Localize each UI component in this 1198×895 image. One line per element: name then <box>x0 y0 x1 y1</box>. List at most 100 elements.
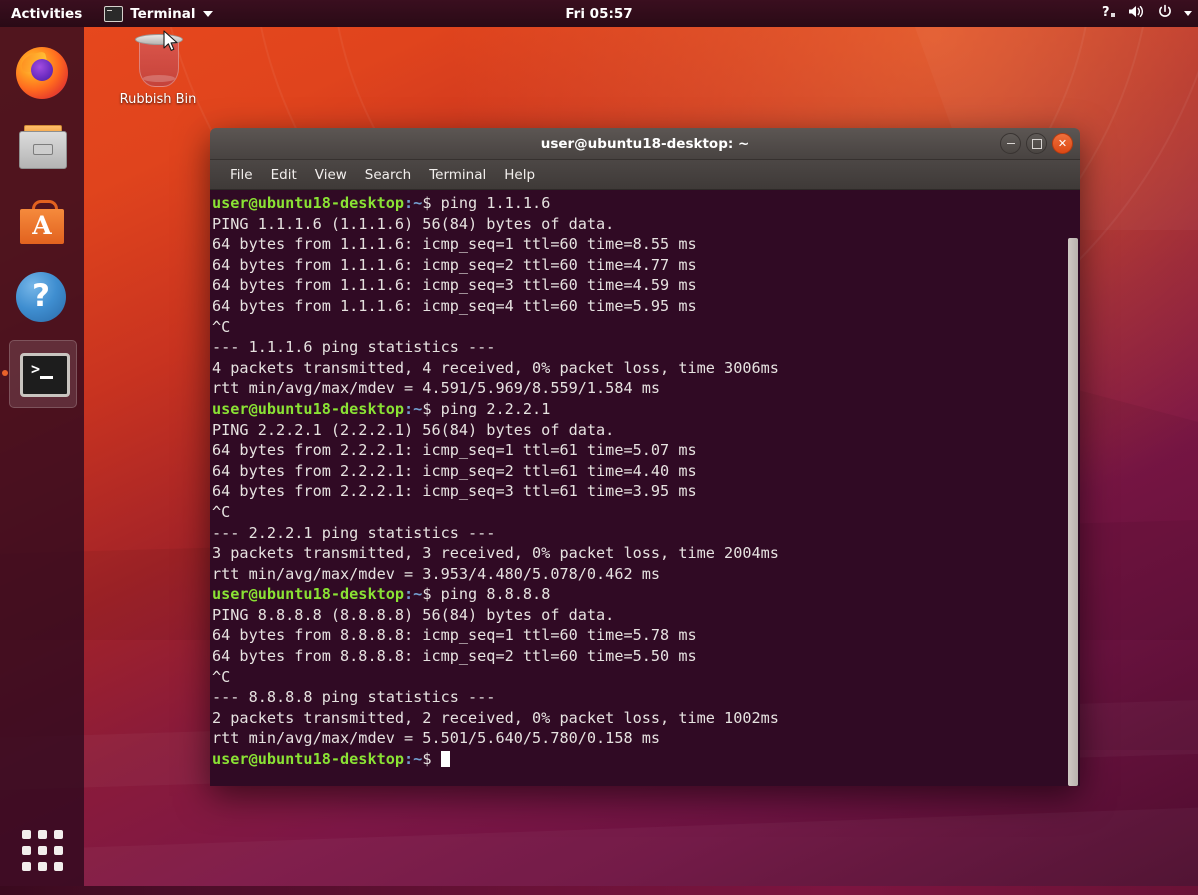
terminal-output-line: ^C <box>212 502 1080 523</box>
system-indicators[interactable]: ? <box>1102 0 1192 27</box>
rubbish-bin-icon <box>135 34 181 88</box>
terminal-prompt-line: user@ubuntu18-desktop:~$ <box>212 749 1080 770</box>
terminal-output: user@ubuntu18-desktop:~$ ping 1.1.1.6PIN… <box>210 190 1080 770</box>
maximize-button[interactable] <box>1026 133 1047 154</box>
minimize-button[interactable] <box>1000 133 1021 154</box>
terminal-line-text: --- 1.1.1.6 ping statistics --- <box>212 338 495 356</box>
show-applications-button[interactable] <box>0 815 84 885</box>
terminal-line-text: --- 2.2.2.1 ping statistics --- <box>212 524 495 542</box>
terminal-line-text: 3 packets transmitted, 3 received, 0% pa… <box>212 544 779 562</box>
terminal-titlebar[interactable]: user@ubuntu18-desktop: ~ ✕ <box>210 128 1080 160</box>
terminal-output-line: 64 bytes from 2.2.2.1: icmp_seq=3 ttl=61… <box>212 481 1080 502</box>
terminal-line-text: 64 bytes from 2.2.2.1: icmp_seq=1 ttl=61… <box>212 441 697 459</box>
accessibility-icon[interactable]: ? <box>1102 4 1117 23</box>
prompt-path: :~ <box>404 400 422 418</box>
close-button[interactable]: ✕ <box>1052 133 1073 154</box>
menu-item-search[interactable]: Search <box>357 164 419 186</box>
apps-grid-icon <box>22 830 63 871</box>
volume-icon[interactable] <box>1128 4 1146 23</box>
app-menu-terminal[interactable]: Terminal <box>93 0 223 27</box>
running-indicator-dot <box>2 370 8 376</box>
terminal-line-text: 2 packets transmitted, 2 received, 0% pa… <box>212 709 779 727</box>
prompt-user-host: user@ubuntu18-desktop <box>212 585 404 603</box>
help-icon: ? <box>16 272 68 324</box>
prompt-user-host: user@ubuntu18-desktop <box>212 400 404 418</box>
terminal-line-text: 64 bytes from 8.8.8.8: icmp_seq=2 ttl=60… <box>212 647 697 665</box>
terminal-prompt-line: user@ubuntu18-desktop:~$ ping 1.1.1.6 <box>212 193 1080 214</box>
activities-button[interactable]: Activities <box>0 0 93 27</box>
desktop-icon-rubbish-bin[interactable]: Rubbish Bin <box>116 34 200 107</box>
ubuntu-software-icon: A <box>16 197 68 249</box>
terminal-output-line: 4 packets transmitted, 4 received, 0% pa… <box>212 358 1080 379</box>
terminal-output-line: 64 bytes from 2.2.2.1: icmp_seq=2 ttl=61… <box>212 461 1080 482</box>
dock-item-terminal[interactable]: > <box>0 335 84 410</box>
terminal-output-line: 64 bytes from 2.2.2.1: icmp_seq=1 ttl=61… <box>212 440 1080 461</box>
scrollbar-thumb[interactable] <box>1068 238 1078 786</box>
terminal-menubar: FileEditViewSearchTerminalHelp <box>210 160 1080 190</box>
desktop-icon-label: Rubbish Bin <box>116 92 200 107</box>
terminal-output-line: ^C <box>212 317 1080 338</box>
dock-item-firefox[interactable] <box>0 35 84 110</box>
terminal-window[interactable]: user@ubuntu18-desktop: ~ ✕ FileEditViewS… <box>210 128 1080 786</box>
terminal-line-text: ^C <box>212 503 230 521</box>
terminal-line-text: 64 bytes from 2.2.2.1: icmp_seq=3 ttl=61… <box>212 482 697 500</box>
terminal-body[interactable]: user@ubuntu18-desktop:~$ ping 1.1.1.6PIN… <box>210 190 1080 786</box>
terminal-line-text: PING 2.2.2.1 (2.2.2.1) 56(84) bytes of d… <box>212 421 614 439</box>
terminal-line-text: PING 1.1.1.6 (1.1.1.6) 56(84) bytes of d… <box>212 215 614 233</box>
terminal-line-text: 64 bytes from 2.2.2.1: icmp_seq=2 ttl=61… <box>212 462 697 480</box>
firefox-icon <box>16 47 68 99</box>
clock-label: Fri 05:57 <box>565 6 632 22</box>
menu-item-file[interactable]: File <box>222 164 261 186</box>
power-icon[interactable] <box>1157 4 1173 24</box>
terminal-title: user@ubuntu18-desktop: ~ <box>541 136 750 152</box>
dock-item-ubuntu-software[interactable]: A <box>0 185 84 260</box>
menu-item-view[interactable]: View <box>307 164 355 186</box>
menu-item-edit[interactable]: Edit <box>263 164 305 186</box>
terminal-line-text: 64 bytes from 1.1.1.6: icmp_seq=3 ttl=60… <box>212 276 697 294</box>
terminal-icon <box>104 6 123 22</box>
app-menu-label: Terminal <box>130 6 195 22</box>
dock-item-help[interactable]: ? <box>0 260 84 335</box>
terminal-output-line: 64 bytes from 8.8.8.8: icmp_seq=2 ttl=60… <box>212 646 1080 667</box>
terminal-line-text: rtt min/avg/max/mdev = 5.501/5.640/5.780… <box>212 729 660 747</box>
chevron-down-icon <box>203 11 213 17</box>
terminal-cursor <box>441 751 450 767</box>
terminal-output-line: 2 packets transmitted, 2 received, 0% pa… <box>212 708 1080 729</box>
terminal-line-text: 64 bytes from 8.8.8.8: icmp_seq=1 ttl=60… <box>212 626 697 644</box>
menu-item-help[interactable]: Help <box>496 164 543 186</box>
terminal-line-text: rtt min/avg/max/mdev = 4.591/5.969/8.559… <box>212 379 660 397</box>
terminal-line-text: 4 packets transmitted, 4 received, 0% pa… <box>212 359 779 377</box>
prompt-path: :~ <box>404 750 422 768</box>
files-icon <box>16 122 68 174</box>
terminal-line-text: rtt min/avg/max/mdev = 3.953/4.480/5.078… <box>212 565 660 583</box>
terminal-prompt-line: user@ubuntu18-desktop:~$ ping 8.8.8.8 <box>212 584 1080 605</box>
bottom-strip <box>0 886 1198 895</box>
terminal-output-line: --- 1.1.1.6 ping statistics --- <box>212 337 1080 358</box>
terminal-output-line: rtt min/avg/max/mdev = 4.591/5.969/8.559… <box>212 378 1080 399</box>
menu-item-terminal[interactable]: Terminal <box>421 164 494 186</box>
terminal-output-line: rtt min/avg/max/mdev = 5.501/5.640/5.780… <box>212 728 1080 749</box>
desktop-screen: Activities Terminal Fri 05:57 ? <box>0 0 1198 895</box>
terminal-output-line: 3 packets transmitted, 3 received, 0% pa… <box>212 543 1080 564</box>
prompt-dollar: $ <box>422 750 440 768</box>
terminal-prompt-line: user@ubuntu18-desktop:~$ ping 2.2.2.1 <box>212 399 1080 420</box>
terminal-output-line: 64 bytes from 8.8.8.8: icmp_seq=1 ttl=60… <box>212 625 1080 646</box>
prompt-dollar: $ <box>422 194 440 212</box>
terminal-command: ping 2.2.2.1 <box>441 400 551 418</box>
dock-item-files[interactable] <box>0 110 84 185</box>
prompt-path: :~ <box>404 194 422 212</box>
terminal-output-line: 64 bytes from 1.1.1.6: icmp_seq=4 ttl=60… <box>212 296 1080 317</box>
terminal-command: ping 1.1.1.6 <box>441 194 551 212</box>
terminal-icon: > <box>16 347 68 399</box>
terminal-output-line: 64 bytes from 1.1.1.6: icmp_seq=1 ttl=60… <box>212 234 1080 255</box>
terminal-scrollbar[interactable] <box>1066 190 1080 786</box>
prompt-user-host: user@ubuntu18-desktop <box>212 194 404 212</box>
terminal-line-text: --- 8.8.8.8 ping statistics --- <box>212 688 495 706</box>
terminal-line-text: 64 bytes from 1.1.1.6: icmp_seq=4 ttl=60… <box>212 297 697 315</box>
terminal-line-text: 64 bytes from 1.1.1.6: icmp_seq=1 ttl=60… <box>212 235 697 253</box>
svg-text:?: ? <box>1102 5 1110 19</box>
system-menu-caret-icon[interactable] <box>1184 11 1192 16</box>
terminal-output-line: PING 2.2.2.1 (2.2.2.1) 56(84) bytes of d… <box>212 420 1080 441</box>
terminal-output-line: ^C <box>212 667 1080 688</box>
activities-label: Activities <box>11 6 82 22</box>
